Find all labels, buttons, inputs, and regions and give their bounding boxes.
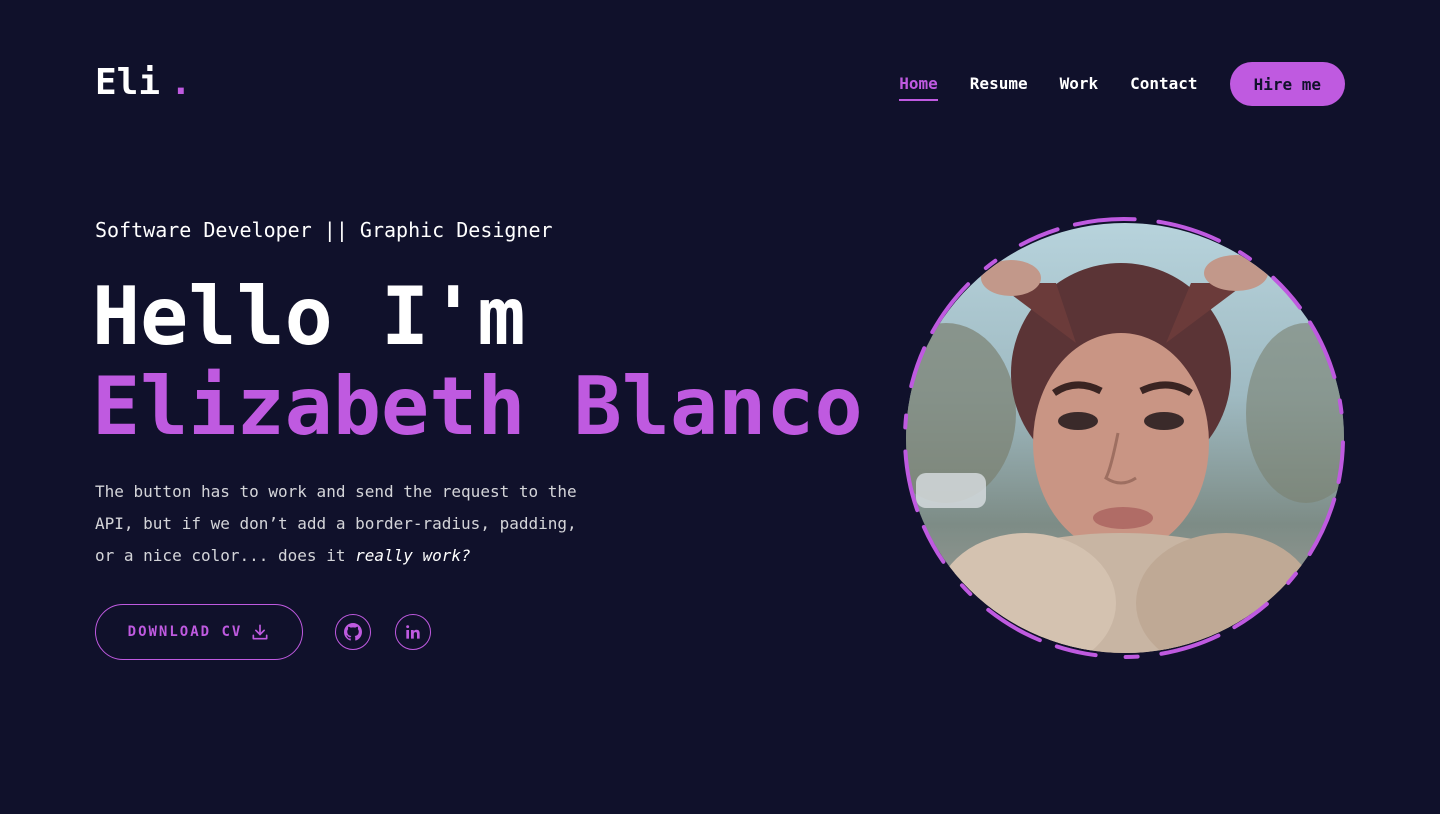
github-icon	[344, 623, 362, 641]
hero-name: Elizabeth Blanco	[92, 360, 863, 453]
linkedin-icon	[406, 625, 420, 639]
hero-description-emphasis: really work?	[355, 546, 471, 565]
github-link[interactable]	[335, 614, 371, 650]
nav-contact[interactable]: Contact	[1130, 74, 1197, 101]
logo-text: Eli	[95, 62, 161, 103]
nav-work[interactable]: Work	[1060, 74, 1099, 101]
download-cv-label: DOWNLOAD CV	[127, 624, 243, 640]
hire-me-button[interactable]: Hire me	[1229, 62, 1345, 106]
nav-home[interactable]: Home	[899, 74, 938, 101]
main-nav: Home Resume Work Contact Hire me	[899, 62, 1345, 106]
download-cv-button[interactable]: DOWNLOAD CV	[95, 604, 303, 660]
nav-resume[interactable]: Resume	[970, 74, 1028, 101]
hero-headline: Hello I'm Elizabeth Blanco	[92, 272, 863, 452]
hero-actions: DOWNLOAD CV	[95, 604, 431, 660]
download-icon	[252, 624, 268, 640]
hero-description-text: The button has to work and send the requ…	[95, 482, 577, 565]
hero-subtitle: Software Developer || Graphic Designer	[95, 218, 553, 242]
logo[interactable]: Eli.	[95, 62, 192, 103]
hero-description: The button has to work and send the requ…	[95, 476, 595, 572]
photo-dashed-ring	[903, 217, 1345, 659]
linkedin-link[interactable]	[395, 614, 431, 650]
hero-greeting: Hello I'm	[92, 270, 526, 363]
profile-photo-frame	[902, 216, 1346, 660]
logo-dot: .	[170, 62, 192, 103]
